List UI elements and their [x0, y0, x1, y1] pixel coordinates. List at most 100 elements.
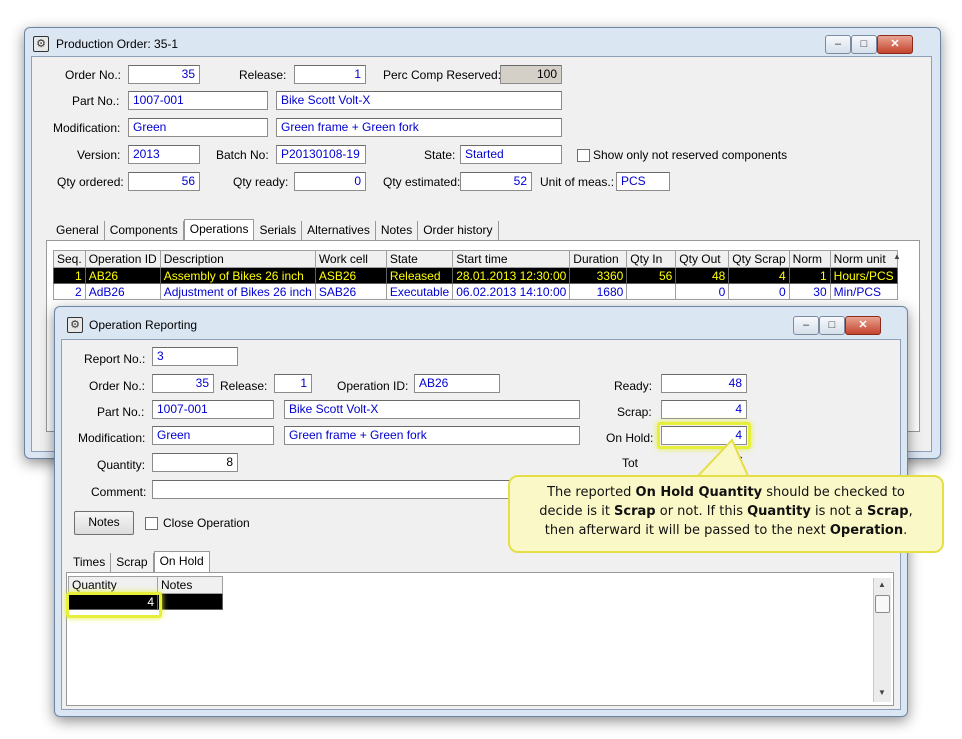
- report-part-desc-field[interactable]: Bike Scott Volt-X: [284, 400, 580, 419]
- cell-norm-unit: Hours/PCS: [829, 267, 898, 284]
- col-quantity[interactable]: Quantity: [68, 576, 158, 594]
- quantity-label: Quantity:: [97, 458, 146, 472]
- report-no-field[interactable]: 3: [152, 347, 238, 366]
- tab-operations[interactable]: Operations: [183, 219, 255, 240]
- cell-work-cell: SAB26: [314, 283, 387, 300]
- tab-serials[interactable]: Serials: [254, 221, 303, 242]
- col-seq[interactable]: Seq.: [53, 250, 86, 268]
- report-order-no-field[interactable]: 35: [152, 374, 214, 393]
- cell-qty-scrap: 4: [728, 267, 790, 284]
- qty-ordered-label: Qty ordered:: [57, 175, 124, 189]
- quantity-field[interactable]: 8: [152, 453, 238, 472]
- order-no-field[interactable]: 35: [128, 65, 200, 84]
- cell-qty-in: [626, 283, 677, 300]
- tab-order-history[interactable]: Order history: [418, 221, 499, 242]
- comment-label: Comment:: [91, 485, 147, 499]
- scroll-up-arrow-icon[interactable]: ▲: [878, 580, 886, 589]
- cell-notes: [157, 593, 223, 610]
- cell-norm: 1: [788, 267, 831, 284]
- maximize-button[interactable]: □: [851, 35, 877, 54]
- close-operation-label: Close Operation: [163, 516, 250, 530]
- cell-state: Executable: [385, 283, 454, 300]
- cell-description: Adjustment of Bikes 26 inch: [159, 283, 316, 300]
- grid-header-row: Seq. Operation ID Description Work cell …: [53, 250, 898, 268]
- table-row[interactable]: 1 AB26 Assembly of Bikes 26 inch ASB26 R…: [53, 267, 898, 284]
- col-state[interactable]: State: [385, 250, 454, 268]
- batch-no-label: Batch No:: [216, 148, 269, 162]
- part-desc-field[interactable]: Bike Scott Volt-X: [276, 91, 562, 110]
- minimize-button[interactable]: –: [793, 316, 819, 335]
- col-norm-unit[interactable]: Norm unit: [829, 250, 898, 268]
- cell-norm-unit: Min/PCS: [829, 283, 898, 300]
- cell-work-cell: ASB26: [314, 267, 387, 284]
- notes-button[interactable]: Notes: [74, 511, 134, 535]
- tab-alternatives[interactable]: Alternatives: [302, 221, 376, 242]
- version-label: Version:: [77, 148, 121, 162]
- part-no-field[interactable]: 1007-001: [128, 91, 268, 110]
- operation-id-label: Operation ID:: [337, 379, 409, 393]
- cell-start-time: 06.02.2013 14:10:00: [452, 283, 571, 300]
- total-label: Tot: [622, 456, 639, 470]
- report-modification-field[interactable]: Green: [152, 426, 274, 445]
- batch-no-field[interactable]: P20130108-19: [276, 145, 366, 164]
- cell-operation-id: AB26: [84, 267, 161, 284]
- close-button[interactable]: ✕: [877, 35, 913, 54]
- cell-qty-out: 0: [675, 283, 730, 300]
- col-description[interactable]: Description: [159, 250, 316, 268]
- callout-line-3: then afterward it will be passed to the …: [544, 523, 908, 538]
- cell-operation-id: AdB26: [84, 283, 161, 300]
- report-tabs: Times Scrap On Hold: [68, 551, 210, 574]
- callout-line-1: The reported On Hold Quantity should be …: [547, 485, 905, 500]
- cell-state: Released: [385, 267, 454, 284]
- close-operation-checkbox[interactable]: [145, 517, 158, 530]
- tab-notes[interactable]: Notes: [376, 221, 419, 242]
- minimize-button[interactable]: –: [825, 35, 851, 54]
- col-qty-in[interactable]: Qty In: [626, 250, 677, 268]
- unit-field[interactable]: PCS: [616, 172, 670, 191]
- qty-estimated-field[interactable]: 52: [460, 172, 532, 191]
- show-only-checkbox[interactable]: [577, 149, 590, 162]
- table-row[interactable]: 2 AdB26 Adjustment of Bikes 26 inch SAB2…: [53, 283, 898, 300]
- modification-desc-field[interactable]: Green frame + Green fork: [276, 118, 562, 137]
- scroll-thumb[interactable]: [875, 595, 890, 613]
- version-field[interactable]: 2013: [128, 145, 200, 164]
- comment-field[interactable]: [152, 480, 552, 499]
- state-field[interactable]: Started: [460, 145, 562, 164]
- col-qty-scrap[interactable]: Qty Scrap: [728, 250, 790, 268]
- vertical-scrollbar[interactable]: ▲ ▼: [873, 578, 891, 702]
- operation-id-field[interactable]: AB26: [414, 374, 500, 393]
- grid-scroll-up-arrow-icon[interactable]: ▲: [893, 252, 901, 261]
- ready-field[interactable]: 48: [661, 374, 747, 393]
- qty-ordered-field[interactable]: 56: [128, 172, 200, 191]
- report-release-field[interactable]: 1: [274, 374, 312, 393]
- maximize-button[interactable]: □: [819, 316, 845, 335]
- modification-label: Modification:: [53, 121, 121, 135]
- scroll-down-arrow-icon[interactable]: ▼: [878, 688, 886, 697]
- part-no-label: Part No.:: [72, 94, 120, 108]
- modification-field[interactable]: Green: [128, 118, 268, 137]
- tab-scrap[interactable]: Scrap: [111, 553, 154, 574]
- col-operation-id[interactable]: Operation ID: [84, 250, 161, 268]
- col-qty-out[interactable]: Qty Out: [675, 250, 730, 268]
- report-modification-desc-field[interactable]: Green frame + Green fork: [284, 426, 580, 445]
- tab-components[interactable]: Components: [105, 221, 184, 242]
- col-notes[interactable]: Notes: [157, 576, 223, 594]
- window-title: Operation Reporting: [89, 318, 198, 332]
- on-hold-label: On Hold:: [606, 431, 654, 445]
- tab-on-hold[interactable]: On Hold: [153, 551, 210, 572]
- report-order-no-label: Order No.:: [89, 379, 146, 393]
- tab-general[interactable]: General: [51, 221, 105, 242]
- col-work-cell[interactable]: Work cell: [314, 250, 387, 268]
- report-part-no-field[interactable]: 1007-001: [152, 400, 274, 419]
- col-duration[interactable]: Duration: [569, 250, 628, 268]
- close-button[interactable]: ✕: [845, 316, 881, 335]
- col-start-time[interactable]: Start time: [452, 250, 571, 268]
- tab-times[interactable]: Times: [68, 553, 112, 574]
- cell-duration: 1680: [569, 283, 628, 300]
- release-field[interactable]: 1: [294, 65, 366, 84]
- col-norm[interactable]: Norm: [788, 250, 831, 268]
- scrap-field[interactable]: 4: [661, 400, 747, 419]
- order-no-label: Order No.:: [65, 68, 122, 82]
- cell-start-time: 28.01.2013 12:30:00: [452, 267, 571, 284]
- qty-ready-field[interactable]: 0: [294, 172, 366, 191]
